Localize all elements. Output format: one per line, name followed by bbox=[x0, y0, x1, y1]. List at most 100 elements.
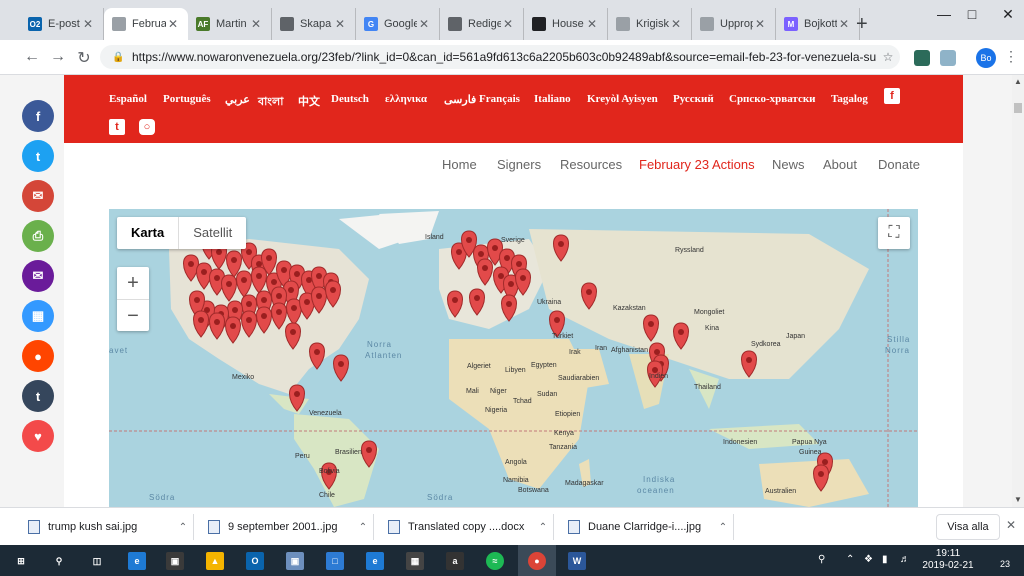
person-icon[interactable]: ⚲ bbox=[818, 554, 825, 565]
address-bar[interactable]: 🔒 https://www.nowaronvenezuela.org/23feb… bbox=[100, 45, 900, 69]
notification-center-icon[interactable]: 23 bbox=[992, 551, 1010, 569]
share-facebook-icon[interactable]: f bbox=[22, 100, 54, 132]
browser-tab[interactable]: Skapa ✕ bbox=[272, 8, 356, 40]
nav-home[interactable]: Home bbox=[442, 157, 477, 172]
back-icon[interactable]: ← bbox=[22, 48, 42, 66]
download-item[interactable]: trump kush sai.jpg ⌃ bbox=[24, 514, 194, 540]
windows-start-icon[interactable]: ⊞ bbox=[12, 552, 30, 570]
browser-tab[interactable]: AF Martin ✕ bbox=[188, 8, 272, 40]
language-link[interactable]: Italiano bbox=[534, 93, 571, 105]
extension-icon[interactable] bbox=[914, 50, 930, 66]
language-link[interactable]: Deutsch bbox=[331, 93, 369, 105]
browser-tab[interactable]: Krigisk ✕ bbox=[608, 8, 692, 40]
browser-tab[interactable]: Februari✕ bbox=[104, 8, 188, 40]
close-icon[interactable]: ✕ bbox=[1006, 518, 1016, 532]
nav-donate[interactable]: Donate bbox=[878, 157, 920, 172]
task-view-icon[interactable]: ◫ bbox=[88, 552, 106, 570]
language-link[interactable]: Русский bbox=[673, 93, 714, 105]
ie-icon[interactable]: e bbox=[128, 552, 146, 570]
store-icon[interactable]: ▣ bbox=[166, 552, 184, 570]
language-link[interactable]: Tagalog bbox=[831, 93, 868, 105]
language-link[interactable]: فارسی bbox=[444, 93, 476, 106]
nav-resources[interactable]: Resources bbox=[560, 157, 622, 172]
url-text[interactable]: https://www.nowaronvenezuela.org/23feb/?… bbox=[132, 50, 876, 64]
scroll-thumb[interactable] bbox=[1014, 103, 1022, 113]
tab-close-icon[interactable]: ✕ bbox=[585, 17, 599, 31]
scroll-down-icon[interactable]: ▼ bbox=[1012, 495, 1024, 504]
map-type-karta-button[interactable]: Karta bbox=[117, 217, 178, 249]
tab-close-icon[interactable]: ✕ bbox=[417, 17, 431, 31]
language-link[interactable]: বাংলা bbox=[258, 93, 283, 112]
menu-icon[interactable]: ⋮ bbox=[1004, 48, 1018, 65]
close-window-button[interactable]: ✕ bbox=[988, 6, 1024, 23]
twitter-icon[interactable]: t bbox=[109, 119, 125, 135]
scroll-up-icon[interactable]: ▲ bbox=[1012, 77, 1024, 86]
events-map[interactable]: Island Sverige Ryssland Ukraina Kazaksta… bbox=[109, 209, 918, 507]
app-icon[interactable]: □ bbox=[326, 552, 344, 570]
browser-tab[interactable]: M Bojkott ✕ bbox=[776, 8, 860, 40]
language-link[interactable]: ελληνικα bbox=[385, 93, 427, 105]
chevron-up-icon[interactable]: ⌃ bbox=[173, 522, 193, 533]
language-link[interactable]: 中文 bbox=[298, 93, 320, 109]
share-tumblr-icon[interactable]: t bbox=[22, 380, 54, 412]
language-link[interactable]: عربي bbox=[225, 93, 250, 106]
instagram-icon[interactable]: ○ bbox=[139, 119, 155, 135]
nav-signers[interactable]: Signers bbox=[497, 157, 541, 172]
bookmark-star-icon[interactable]: ☆ bbox=[876, 50, 900, 64]
chevron-up-icon[interactable]: ⌃ bbox=[533, 522, 553, 533]
tab-close-icon[interactable]: ✕ bbox=[753, 17, 767, 31]
facebook-icon[interactable]: f bbox=[884, 88, 900, 104]
maximize-button[interactable]: □ bbox=[952, 6, 992, 22]
calculator-icon[interactable]: ▦ bbox=[406, 552, 424, 570]
volume-icon[interactable]: ♬ bbox=[900, 554, 910, 565]
browser-tab[interactable]: Rediger✕ bbox=[440, 8, 524, 40]
tab-close-icon[interactable]: ✕ bbox=[837, 17, 851, 31]
download-item[interactable]: 9 september 2001..jpg ⌃ bbox=[204, 514, 374, 540]
extension-icon[interactable] bbox=[940, 50, 956, 66]
browser-tab[interactable]: House ✕ bbox=[524, 8, 608, 40]
download-item[interactable]: Translated copy ....docx ⌃ bbox=[384, 514, 554, 540]
search-icon[interactable]: ⚲ bbox=[50, 552, 68, 570]
tab-close-icon[interactable]: ✕ bbox=[249, 17, 263, 31]
outlook-icon[interactable]: O bbox=[246, 552, 264, 570]
share-twitter-icon[interactable]: t bbox=[22, 140, 54, 172]
tab-close-icon[interactable]: ✕ bbox=[501, 17, 515, 31]
share-delicious-icon[interactable]: ▦ bbox=[22, 300, 54, 332]
nav-news[interactable]: News bbox=[772, 157, 805, 172]
chrome-icon[interactable]: ● bbox=[528, 552, 546, 570]
chevron-up-icon[interactable]: ⌃ bbox=[713, 522, 733, 533]
browser-tab[interactable]: G Google ✕ bbox=[356, 8, 440, 40]
tab-close-icon[interactable]: ✕ bbox=[333, 17, 347, 31]
taskbar-clock[interactable]: 19:11 2019-02-21 bbox=[918, 548, 978, 572]
zoom-in-button[interactable]: + bbox=[117, 267, 149, 300]
show-all-downloads-button[interactable]: Visa alla bbox=[936, 514, 1000, 540]
dropbox-icon[interactable]: ❖ bbox=[864, 554, 873, 565]
word-icon[interactable]: W bbox=[568, 552, 586, 570]
tab-close-icon[interactable]: ✕ bbox=[166, 17, 180, 31]
drive-icon[interactable]: ▲ bbox=[206, 552, 224, 570]
edge-icon[interactable]: e bbox=[366, 552, 384, 570]
tab-close-icon[interactable]: ✕ bbox=[669, 17, 683, 31]
photos-icon[interactable]: ▣ bbox=[286, 552, 304, 570]
language-link[interactable]: Español bbox=[109, 93, 147, 105]
profile-avatar[interactable]: Bo bbox=[976, 48, 996, 68]
map-type-satellite-button[interactable]: Satellit bbox=[178, 217, 246, 249]
download-item[interactable]: Duane Clarridge-i....jpg ⌃ bbox=[564, 514, 734, 540]
nav-february-23-actions[interactable]: February 23 Actions bbox=[639, 157, 755, 172]
amazon-icon[interactable]: a bbox=[446, 552, 464, 570]
forward-icon[interactable]: → bbox=[48, 48, 68, 66]
new-tab-button[interactable]: + bbox=[856, 14, 868, 34]
tab-close-icon[interactable]: ✕ bbox=[81, 17, 95, 31]
reload-icon[interactable]: ↻ bbox=[74, 48, 94, 68]
zoom-out-button[interactable]: − bbox=[117, 300, 149, 332]
share-love-icon[interactable]: ♥ bbox=[22, 420, 54, 452]
language-link[interactable]: Français bbox=[479, 93, 520, 105]
language-link[interactable]: Kreyòl Ayisyen bbox=[587, 93, 658, 105]
battery-icon[interactable]: ▮ bbox=[882, 554, 888, 565]
share-reddit-icon[interactable]: ● bbox=[22, 340, 54, 372]
browser-tab[interactable]: Upprop ✕ bbox=[692, 8, 776, 40]
page-scrollbar[interactable]: ▲ ▼ bbox=[1012, 75, 1024, 507]
chevron-up-icon[interactable]: ⌃ bbox=[353, 522, 373, 533]
chevron-up-icon[interactable]: ⌃ bbox=[846, 554, 854, 565]
share-email-icon[interactable]: ✉ bbox=[22, 260, 54, 292]
